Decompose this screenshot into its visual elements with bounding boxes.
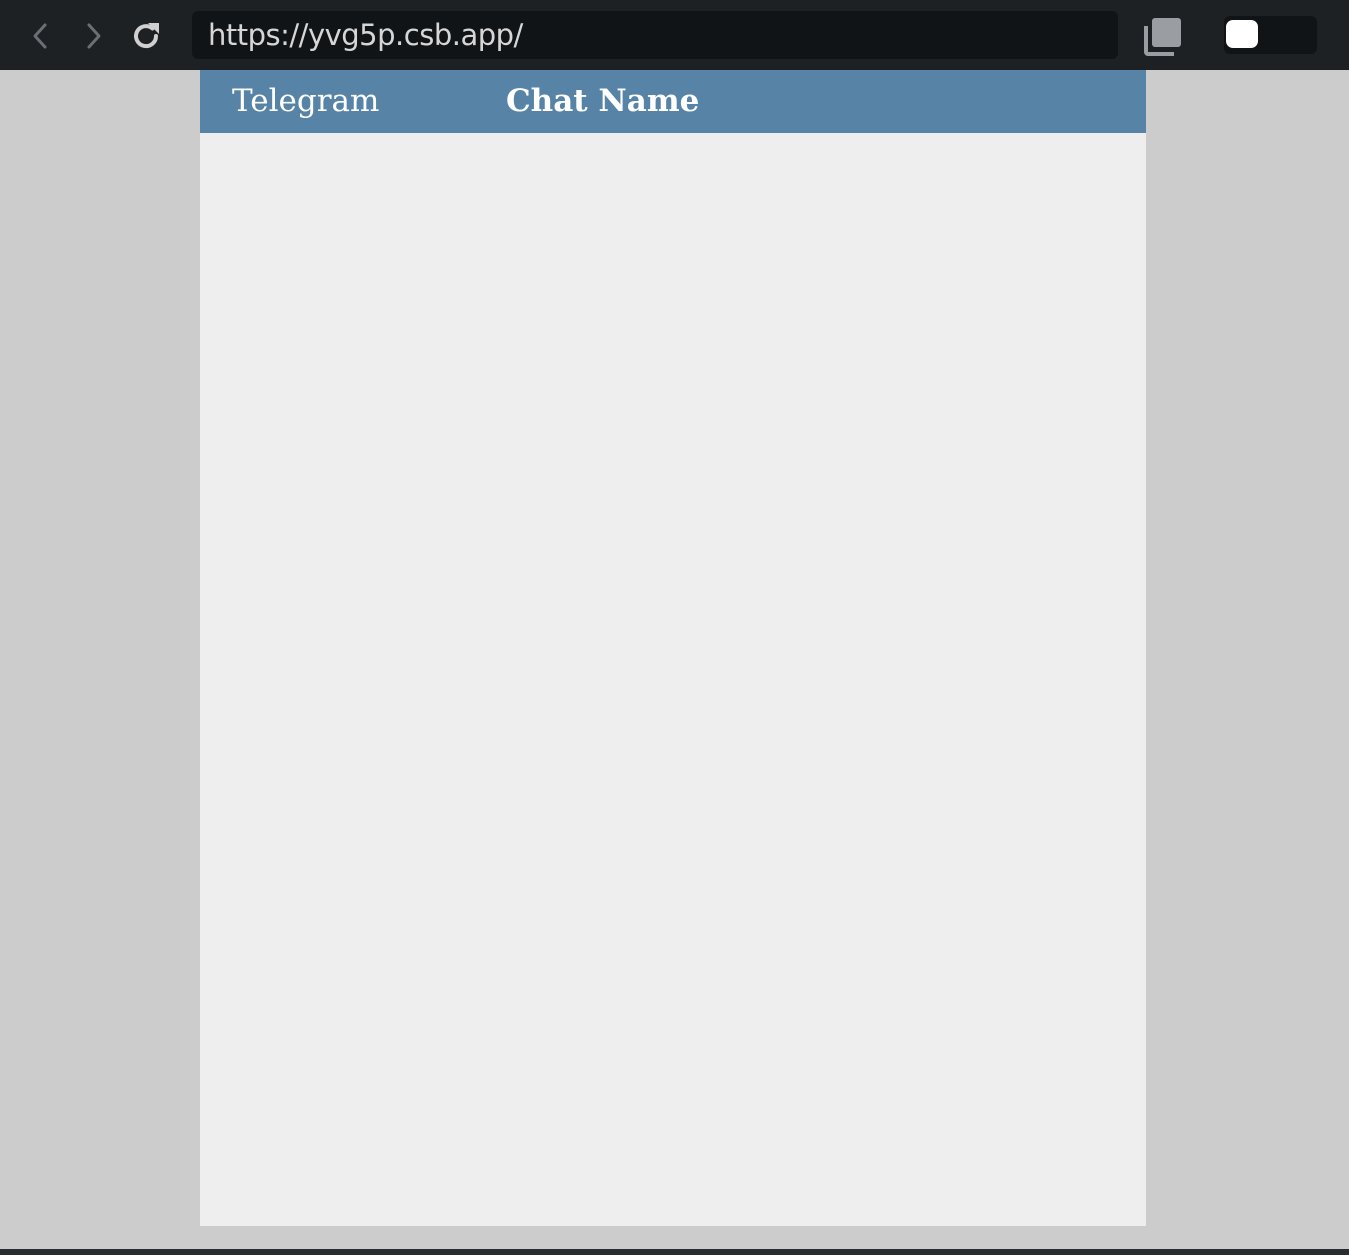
reload-button[interactable] (128, 16, 164, 56)
telegram-app: Telegram Chat Name (200, 70, 1146, 1226)
brand-title: Telegram (232, 83, 380, 119)
copy-button[interactable] (1143, 16, 1183, 56)
browser-toolbar: https://yvg5p.csb.app/ (0, 0, 1349, 70)
theme-toggle[interactable] (1224, 16, 1317, 54)
chevron-right-icon (87, 23, 101, 49)
address-bar[interactable]: https://yvg5p.csb.app/ (192, 11, 1118, 59)
chat-area (200, 133, 1146, 1226)
url-text: https://yvg5p.csb.app/ (208, 18, 523, 52)
chevron-left-icon (33, 23, 47, 49)
bottom-edge (0, 1249, 1349, 1255)
chat-name-title: Chat Name (506, 83, 700, 119)
reload-icon (134, 23, 159, 49)
forward-button[interactable] (76, 16, 112, 56)
back-button[interactable] (22, 16, 58, 56)
copy-icon (1144, 18, 1181, 56)
toggle-knob (1226, 20, 1258, 48)
app-header: Telegram Chat Name (200, 70, 1146, 133)
